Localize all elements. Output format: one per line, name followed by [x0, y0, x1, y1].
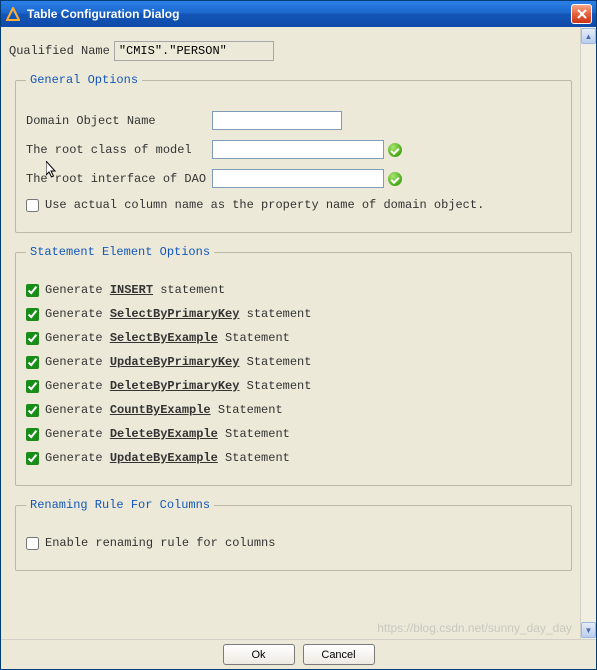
statement-label: Generate INSERT statement: [45, 283, 225, 297]
actual-column-label: Use actual column name as the property n…: [45, 198, 484, 212]
statement-row: Generate UpdateByExample Statement: [26, 451, 561, 465]
domain-name-row: Domain Object Name: [26, 111, 561, 130]
scrollbar[interactable]: ▲ ▼: [580, 27, 596, 639]
root-class-label: The root class of model: [26, 143, 212, 157]
enable-renaming-checkbox[interactable]: [26, 537, 39, 550]
domain-name-label: Domain Object Name: [26, 114, 212, 128]
statement-row: Generate CountByExample Statement: [26, 403, 561, 417]
statement-label: Generate SelectByPrimaryKey statement: [45, 307, 311, 321]
domain-name-input[interactable]: [212, 111, 342, 130]
window-title: Table Configuration Dialog: [27, 7, 571, 21]
statement-label: Generate UpdateByExample Statement: [45, 451, 290, 465]
statement-options-legend: Statement Element Options: [26, 245, 214, 259]
statement-checkbox[interactable]: [26, 452, 39, 465]
root-interface-row: The root interface of DAO: [26, 169, 561, 188]
statement-checkbox[interactable]: [26, 428, 39, 441]
ok-icon: [388, 143, 402, 157]
ok-icon: [388, 172, 402, 186]
statement-checkbox[interactable]: [26, 284, 39, 297]
enable-renaming-label: Enable renaming rule for columns: [45, 536, 275, 550]
statement-label: Generate DeleteByExample Statement: [45, 427, 290, 441]
qualified-name-label: Qualified Name: [9, 44, 110, 58]
statement-options-group: Statement Element Options Generate INSER…: [15, 245, 572, 486]
statement-row: Generate SelectByExample Statement: [26, 331, 561, 345]
close-icon: [577, 9, 587, 19]
root-interface-label: The root interface of DAO: [26, 172, 212, 186]
statement-label: Generate CountByExample Statement: [45, 403, 283, 417]
statement-row: Generate UpdateByPrimaryKey Statement: [26, 355, 561, 369]
app-icon: [5, 6, 21, 22]
statement-label: Generate UpdateByPrimaryKey Statement: [45, 355, 311, 369]
statement-label: Generate DeleteByPrimaryKey Statement: [45, 379, 311, 393]
enable-renaming-row: Enable renaming rule for columns: [26, 536, 561, 550]
dialog-window: Table Configuration Dialog Qualified Nam…: [0, 0, 597, 670]
statement-row: Generate SelectByPrimaryKey statement: [26, 307, 561, 321]
statement-checkbox[interactable]: [26, 356, 39, 369]
close-button[interactable]: [571, 4, 592, 24]
statement-checkbox[interactable]: [26, 332, 39, 345]
cancel-button[interactable]: Cancel: [303, 644, 375, 665]
general-options-legend: General Options: [26, 73, 142, 87]
renaming-rule-legend: Renaming Rule For Columns: [26, 498, 214, 512]
statement-checkbox[interactable]: [26, 308, 39, 321]
scroll-down-button[interactable]: ▼: [581, 622, 596, 638]
root-interface-input[interactable]: [212, 169, 384, 188]
actual-column-checkbox[interactable]: [26, 199, 39, 212]
statement-checkbox[interactable]: [26, 380, 39, 393]
statement-label: Generate SelectByExample Statement: [45, 331, 290, 345]
renaming-rule-group: Renaming Rule For Columns Enable renamin…: [15, 498, 572, 571]
statement-row: Generate DeleteByPrimaryKey Statement: [26, 379, 561, 393]
titlebar: Table Configuration Dialog: [1, 1, 596, 27]
scroll-up-button[interactable]: ▲: [581, 28, 596, 44]
root-class-input[interactable]: [212, 140, 384, 159]
button-bar: Ok Cancel: [1, 639, 596, 669]
statement-row: Generate DeleteByExample Statement: [26, 427, 561, 441]
content-area: Qualified Name General Options Domain Ob…: [1, 27, 596, 639]
general-options-group: General Options Domain Object Name The r…: [15, 73, 572, 233]
statement-checkbox[interactable]: [26, 404, 39, 417]
ok-button[interactable]: Ok: [223, 644, 295, 665]
statement-row: Generate INSERT statement: [26, 283, 561, 297]
qualified-name-field[interactable]: [114, 41, 274, 61]
watermark-text: https://blog.csdn.net/sunny_day_day: [377, 621, 572, 635]
actual-column-row: Use actual column name as the property n…: [26, 198, 561, 212]
qualified-name-row: Qualified Name: [9, 41, 578, 61]
root-class-row: The root class of model: [26, 140, 561, 159]
